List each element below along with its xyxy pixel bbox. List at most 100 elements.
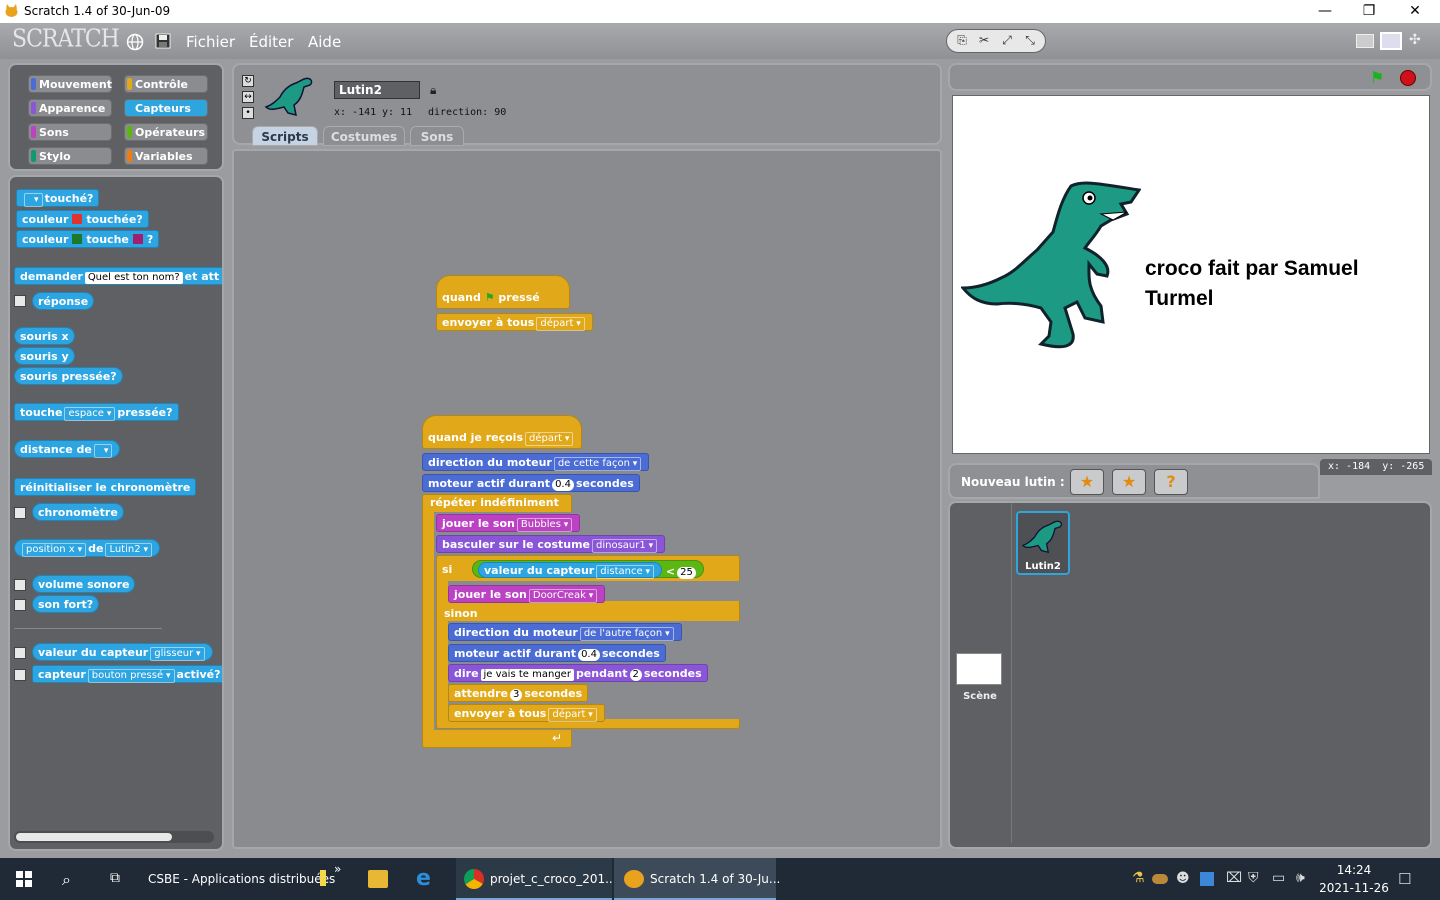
category-capteurs[interactable]: Capteurs xyxy=(124,99,208,117)
stop-button[interactable] xyxy=(1400,70,1416,86)
color-swatch[interactable] xyxy=(72,234,83,244)
block-attribute-of[interactable]: position xdeLutin2 xyxy=(14,539,160,557)
random-sprite-button[interactable]: ? xyxy=(1154,469,1188,495)
no-rotate-icon[interactable]: • xyxy=(242,107,254,119)
file-explorer-icon[interactable] xyxy=(368,870,388,888)
toolbar-overflow-chevron[interactable]: » xyxy=(334,848,341,890)
block-motor-on-for[interactable]: moteur actif durant 0.4 secondes xyxy=(448,644,666,662)
block-mouse-x[interactable]: souris x xyxy=(14,327,75,345)
block-broadcast[interactable]: envoyer à tous départ xyxy=(448,704,605,722)
block-sensor-value-nested[interactable]: valeur du capteur distance xyxy=(478,562,663,579)
save-icon[interactable] xyxy=(155,33,171,49)
block-key-pressed[interactable]: toucheespacepressée? xyxy=(14,403,179,421)
tray-usb-icon[interactable]: ⌧ xyxy=(1226,870,1242,886)
attribute-dropdown[interactable]: position x xyxy=(22,543,87,557)
taskbar-chrome[interactable]: projet_c_croco_201... xyxy=(456,858,617,900)
tab-sons[interactable]: Sons xyxy=(410,126,464,146)
sensor-dropdown[interactable]: distance xyxy=(596,565,655,579)
menu-editer[interactable]: Éditer xyxy=(249,33,293,51)
sensor-value-checkbox[interactable] xyxy=(14,647,26,659)
stage-thumbnail[interactable] xyxy=(956,653,1002,685)
message-dropdown[interactable]: départ xyxy=(548,708,597,722)
lock-icon[interactable]: 🔒︎ xyxy=(430,83,436,98)
block-ask[interactable]: demander Quel est ton nom? et att xyxy=(14,267,222,285)
minimize-button[interactable]: — xyxy=(1302,0,1348,23)
button-dropdown[interactable]: bouton pressé xyxy=(87,669,175,683)
key-dropdown[interactable]: espace xyxy=(64,407,116,421)
task-view-icon[interactable]: ⧉ xyxy=(110,870,120,886)
clock-time[interactable]: 14:24 xyxy=(1322,863,1386,877)
seconds-input[interactable]: 0.4 xyxy=(552,479,574,491)
block-distance-to[interactable]: distance de xyxy=(14,440,121,458)
loudness-checkbox[interactable] xyxy=(14,579,26,591)
category-variables[interactable]: Variables xyxy=(124,147,208,165)
color-swatch[interactable] xyxy=(132,234,143,244)
category-sons[interactable]: Sons xyxy=(28,123,112,141)
touching-dropdown[interactable] xyxy=(24,193,43,207)
seconds-input[interactable]: 0.4 xyxy=(578,649,600,661)
sound-dropdown[interactable]: Bubbles xyxy=(516,518,573,532)
threshold-input[interactable]: 25 xyxy=(677,567,696,579)
flip-style-icon[interactable]: ↔ xyxy=(242,91,254,103)
normal-stage-icon[interactable] xyxy=(1380,32,1402,50)
menu-aide[interactable]: Aide xyxy=(308,33,341,51)
tab-scripts[interactable]: Scripts xyxy=(252,126,318,146)
block-mouse-down[interactable]: souris pressée? xyxy=(14,367,123,385)
duplicate-tool-icon[interactable]: ⎘ xyxy=(953,33,971,49)
message-dropdown[interactable]: départ xyxy=(525,432,574,446)
block-motor-direction[interactable]: direction du moteur de l'autre façon xyxy=(448,623,682,641)
direction-dropdown[interactable]: de l'autre façon xyxy=(579,627,674,641)
grow-tool-icon[interactable]: ⤢ xyxy=(998,33,1016,49)
scripts-area[interactable]: quand ⚑ pressé envoyer à tousdépart quan… xyxy=(232,149,942,849)
block-loud[interactable]: son fort? xyxy=(32,595,100,613)
category-mouvement[interactable]: Mouvement xyxy=(28,75,112,93)
tab-costumes[interactable]: Costumes xyxy=(323,126,405,146)
presentation-mode-icon[interactable]: ✣ xyxy=(1409,32,1421,48)
category-controle[interactable]: Contrôle xyxy=(124,75,208,93)
block-wait[interactable]: attendre 3 secondes xyxy=(448,684,589,702)
block-color-touching-color[interactable]: couleur touche? xyxy=(16,230,160,248)
windows-start-icon[interactable] xyxy=(16,871,32,887)
timer-checkbox[interactable] xyxy=(14,507,26,519)
block-when-receive[interactable]: quand je reçois départ xyxy=(422,415,582,449)
notifications-icon[interactable]: ☐ xyxy=(1398,870,1411,888)
block-mouse-y[interactable]: souris y xyxy=(14,347,75,365)
say-text-input[interactable]: je vais te manger xyxy=(480,669,574,681)
block-color-touching[interactable]: couleur touchée? xyxy=(16,210,149,228)
search-icon[interactable]: ⌕ xyxy=(62,870,71,890)
tray-app-icon[interactable] xyxy=(1152,874,1168,884)
block-less-than[interactable]: valeur du capteurdistance <25 xyxy=(472,560,704,579)
croco-sprite[interactable] xyxy=(961,176,1141,356)
block-motor-direction[interactable]: direction du moteur de cette façon xyxy=(422,453,650,471)
block-when-flag-clicked[interactable]: quand ⚑ pressé xyxy=(436,275,570,309)
volume-icon[interactable]: 🕪︎ xyxy=(1296,870,1305,886)
palette-scrollbar[interactable] xyxy=(14,831,214,843)
sensor-dropdown[interactable]: glisseur xyxy=(150,647,205,661)
block-broadcast[interactable]: envoyer à tous départ xyxy=(436,313,593,331)
internet-explorer-icon[interactable]: e xyxy=(416,866,431,891)
choose-sprite-button[interactable]: ★ xyxy=(1112,469,1146,495)
color-swatch[interactable] xyxy=(72,214,83,224)
sound-dropdown[interactable]: DoorCreak xyxy=(528,589,598,603)
object-dropdown[interactable]: Lutin2 xyxy=(105,543,152,557)
delete-tool-icon[interactable]: ✂ xyxy=(975,33,993,49)
globe-icon[interactable] xyxy=(126,33,144,51)
block-answer[interactable]: réponse xyxy=(32,292,95,310)
block-sensor[interactable]: capteurbouton presséactivé? xyxy=(32,665,222,683)
maximize-button[interactable]: ❐ xyxy=(1346,0,1392,23)
tray-flask-icon[interactable]: ⚗ xyxy=(1132,870,1145,886)
block-say-for[interactable]: dire je vais te manger pendant 2 secondes xyxy=(448,664,708,682)
shrink-tool-icon[interactable]: ⤡ xyxy=(1021,33,1039,49)
green-flag-button[interactable]: ⚑ xyxy=(1370,68,1384,87)
sprite-thumbnail-lutin2[interactable]: Lutin2 xyxy=(1016,511,1070,575)
costume-dropdown[interactable]: dinosaur1 xyxy=(592,539,658,553)
block-play-sound[interactable]: jouer le son Bubbles xyxy=(436,514,581,532)
tray-owl-icon[interactable]: ☻ xyxy=(1176,871,1190,886)
direction-dropdown[interactable]: de cette façon xyxy=(553,457,642,471)
sensor-checkbox[interactable] xyxy=(14,669,26,681)
tray-shield-icon[interactable]: ⛨ xyxy=(1248,870,1259,886)
network-icon[interactable]: ▭ xyxy=(1272,870,1285,886)
menu-fichier[interactable]: Fichier xyxy=(186,33,235,51)
block-play-sound[interactable]: jouer le son DoorCreak xyxy=(448,585,606,603)
duration-input[interactable]: 2 xyxy=(629,669,642,681)
